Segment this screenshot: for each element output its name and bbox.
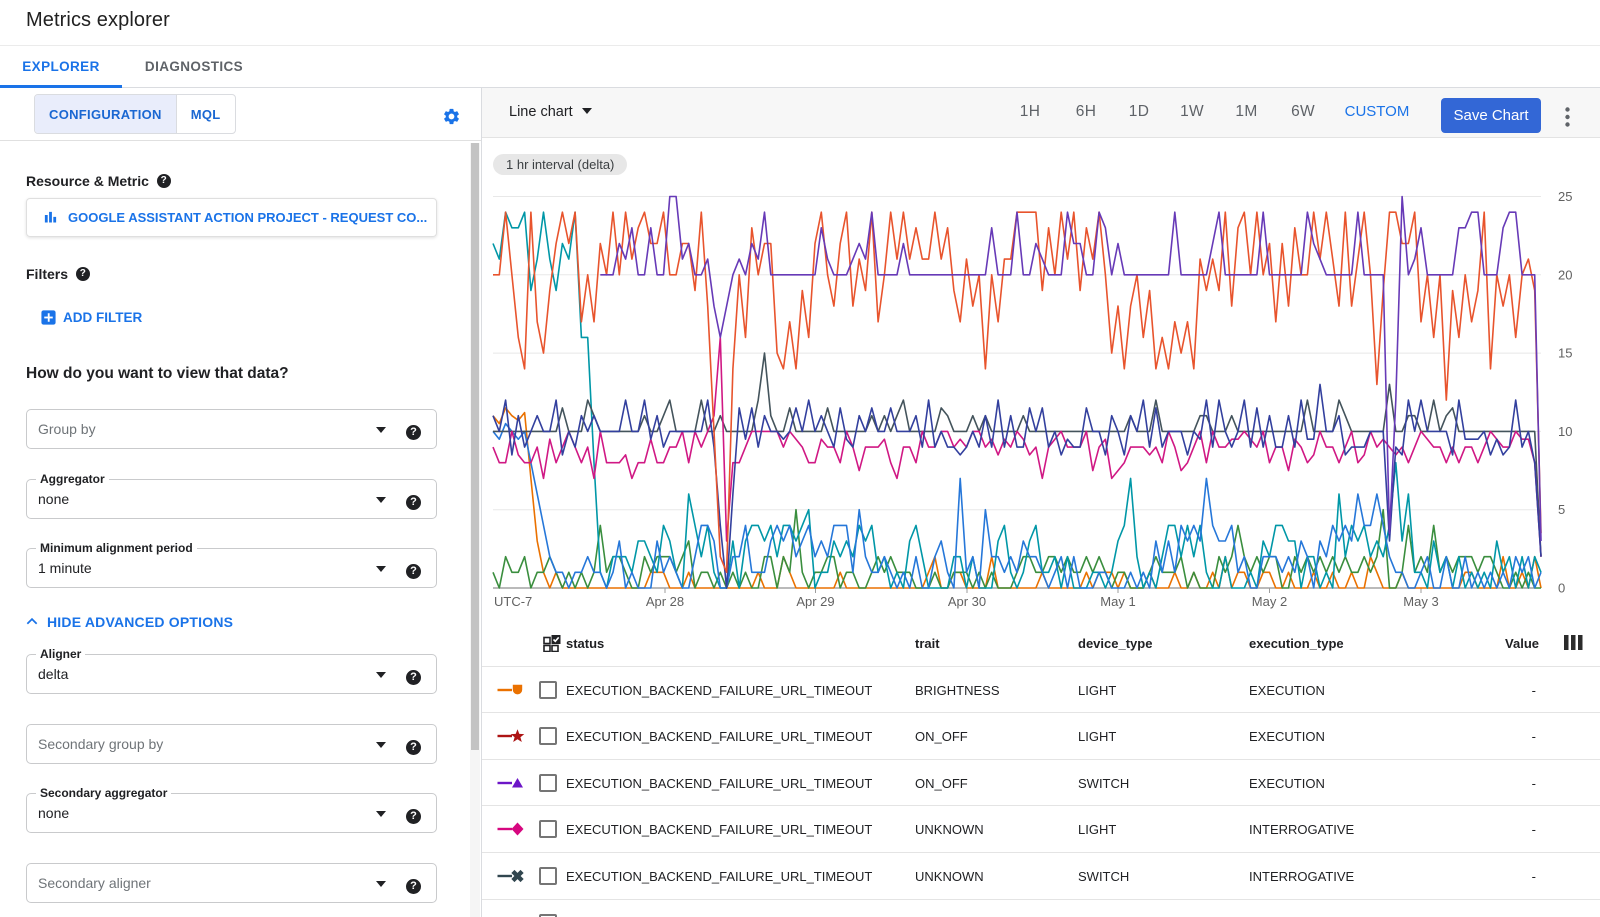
svg-text:20: 20 <box>1558 267 1572 282</box>
svg-text:5: 5 <box>1558 502 1565 517</box>
svg-text:May 2: May 2 <box>1252 594 1287 609</box>
svg-text:0: 0 <box>1558 581 1565 596</box>
svg-text:Apr 30: Apr 30 <box>948 594 986 609</box>
svg-text:Apr 28: Apr 28 <box>646 594 684 609</box>
svg-text:UTC-7: UTC-7 <box>494 594 532 609</box>
svg-text:25: 25 <box>1558 189 1572 204</box>
svg-text:May 3: May 3 <box>1403 594 1438 609</box>
svg-text:15: 15 <box>1558 346 1572 361</box>
svg-text:Apr 29: Apr 29 <box>796 594 834 609</box>
svg-text:May 1: May 1 <box>1100 594 1135 609</box>
svg-text:10: 10 <box>1558 424 1572 439</box>
